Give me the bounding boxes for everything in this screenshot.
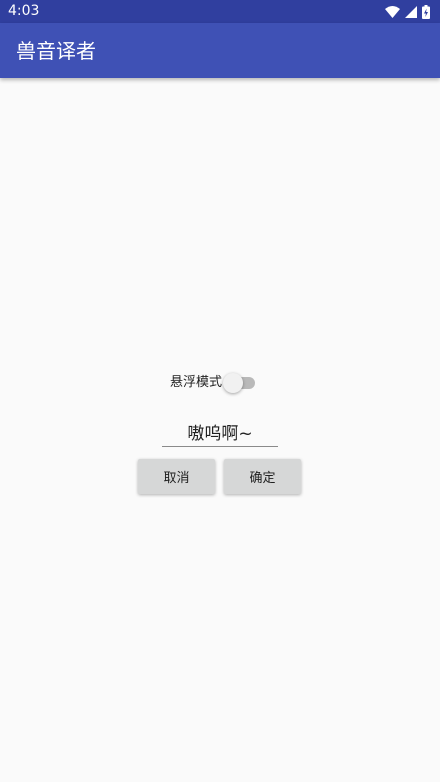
wifi-icon [385,5,400,18]
cancel-button[interactable]: 取消 [138,459,215,494]
float-mode-row: 悬浮模式 [170,372,257,394]
switch-thumb [223,373,244,393]
battery-charging-icon [422,4,430,19]
confirm-button[interactable]: 确定 [224,459,301,494]
cell-signal-icon [405,5,417,18]
float-mode-label: 悬浮模式 [170,375,223,390]
app-bar: 兽音译者 [0,23,440,78]
app-title: 兽音译者 [16,39,96,63]
float-mode-switch[interactable] [223,372,257,394]
text-input[interactable] [162,416,278,447]
status-icons [385,4,430,19]
status-time: 4:03 [8,3,40,19]
main-content: 悬浮模式 取消 确定 [0,78,440,782]
status-bar: 4:03 [0,0,440,23]
